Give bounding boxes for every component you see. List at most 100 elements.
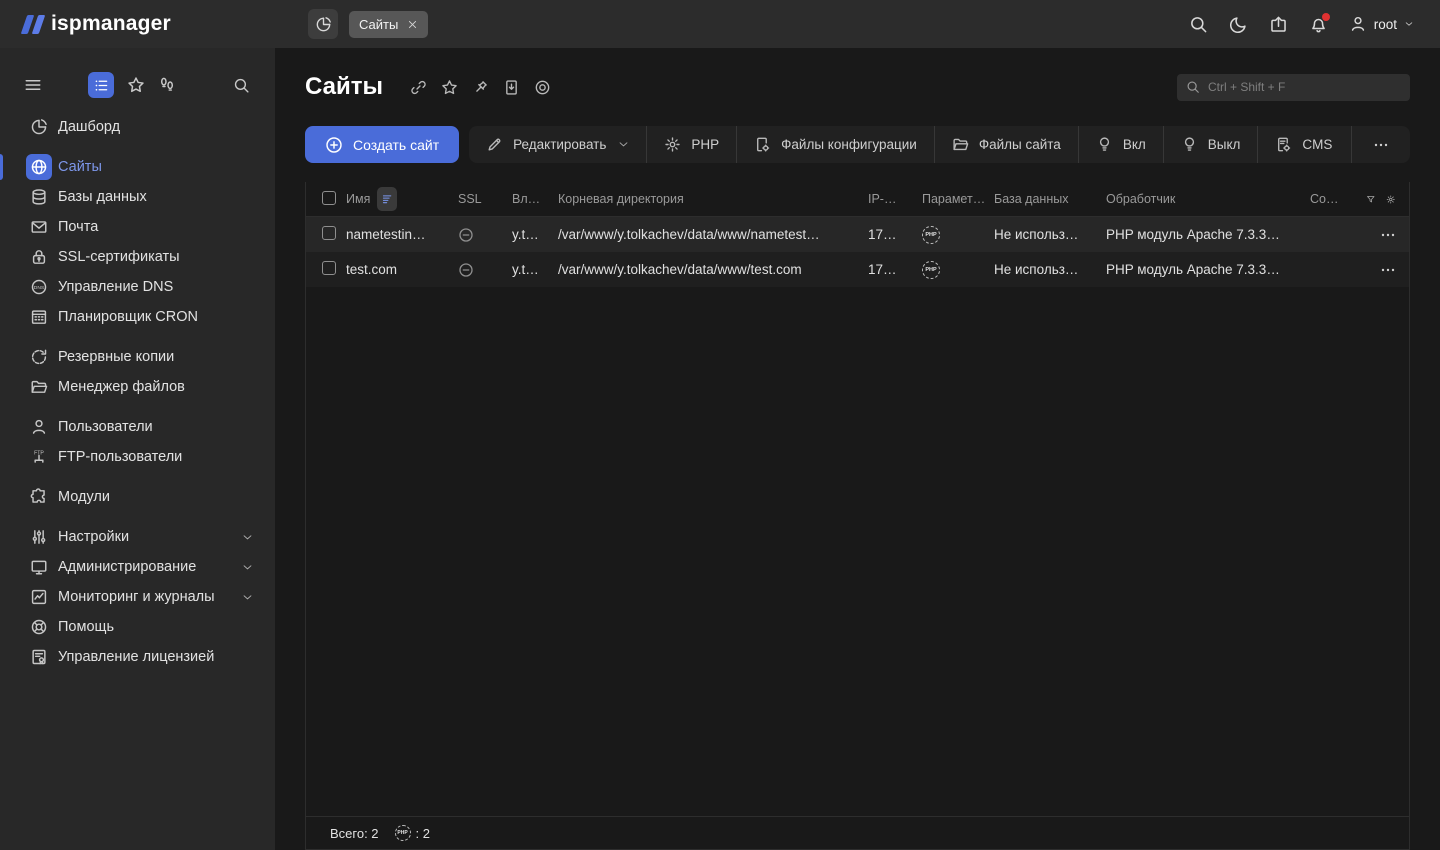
page-header: Сайты [305,72,1410,102]
table-search[interactable] [1177,74,1410,101]
sidebar-item-help[interactable]: Помощь [0,612,275,642]
sidebar-item-sites[interactable]: Сайты [0,152,275,182]
create-site-button[interactable]: Создать сайт [305,126,459,163]
php-badge: PHP [922,261,940,279]
import-box-icon[interactable] [1269,15,1288,34]
column-header-name[interactable]: Имя [346,192,370,206]
sidebar-item-administration[interactable]: Администрирование [0,552,275,582]
edit-label: Редактировать [513,137,606,152]
dns-icon: DNS [26,274,52,300]
sidebar-item-databases[interactable]: Базы данных [0,182,275,212]
table-settings-gear-icon[interactable] [1386,192,1396,207]
sidebar-item-label: Менеджер файлов [58,379,185,395]
cms-button[interactable]: CMS [1257,126,1349,163]
search-input[interactable] [1208,80,1401,94]
dashboard-icon [26,114,52,140]
help-lifebuoy-icon[interactable] [534,79,551,96]
sidebar-item-file-manager[interactable]: Менеджер файлов [0,372,275,402]
cms-label: CMS [1302,137,1332,152]
sidebar-item-modules[interactable]: Модули [0,482,275,512]
sidebar-item-ftp-users[interactable]: FTP FTP-пользователи [0,442,275,472]
close-icon[interactable] [407,19,418,30]
favorites-star-icon[interactable] [127,76,145,94]
hamburger-menu-icon[interactable] [24,76,42,94]
sidebar-item-cron[interactable]: Планировщик CRON [0,302,275,332]
sidebar-item-settings[interactable]: Настройки [0,522,275,552]
more-actions-button[interactable] [1351,126,1410,163]
site-files-button[interactable]: Файлы сайта [934,126,1078,163]
user-label: root [1374,17,1397,32]
globe-icon [26,154,52,180]
footprints-icon[interactable] [158,76,176,94]
column-header-root-dir[interactable]: Корневая директория [558,192,868,206]
chevron-down-icon [1404,19,1414,29]
php-badge: PHP [922,226,940,244]
sidebar-item-label: Почта [58,219,98,235]
menu-list-view-button[interactable] [88,72,114,98]
dark-mode-moon-icon[interactable] [1229,15,1248,34]
link-icon[interactable] [410,79,427,96]
site-ip: 17… [868,262,922,277]
row-actions-button[interactable] [1366,262,1409,278]
table-row[interactable]: test.com y.t… /var/www/y.tolkachev/data/… [306,252,1409,287]
column-header-owner[interactable]: Вл… [512,192,558,206]
select-all-checkbox[interactable] [322,191,336,205]
user-icon [1349,15,1367,33]
tab-bar: Сайты [308,9,428,39]
sliders-icon [26,524,52,550]
row-checkbox[interactable] [322,261,336,275]
column-header-database[interactable]: База данных [994,192,1106,206]
sidebar-item-label: Модули [58,489,110,505]
tab-sites[interactable]: Сайты [349,11,428,38]
chevron-down-icon[interactable] [242,592,253,603]
disable-button[interactable]: Выкл [1163,126,1258,163]
column-header-handler[interactable]: Обработчик [1106,192,1310,206]
column-header-ssl[interactable]: SSL [458,192,512,206]
pin-icon[interactable] [472,79,489,96]
php-label: PHP [691,137,719,152]
php-count: : 2 [416,826,430,841]
notifications-button[interactable] [1309,15,1328,34]
search-icon[interactable] [1189,15,1208,34]
file-gear-icon [1275,136,1292,153]
sidebar-item-label: Управление лицензией [58,649,214,665]
star-icon[interactable] [441,79,458,96]
export-doc-icon[interactable] [503,79,520,96]
sidebar-item-label: Пользователи [58,419,153,435]
sidebar-item-backups[interactable]: Резервные копии [0,342,275,372]
sidebar-item-license[interactable]: Управление лицензией [0,642,275,672]
column-header-params[interactable]: Парамет… [922,192,994,206]
dashboard-tab-button[interactable] [308,9,338,39]
column-header-status[interactable]: Со… [1310,192,1366,206]
mail-icon [26,214,52,240]
page-title-actions [410,79,551,96]
chevron-down-icon[interactable] [242,562,253,573]
sidebar-item-dashboard[interactable]: Дашборд [0,112,275,142]
sidebar-item-monitoring[interactable]: Мониторинг и журналы [0,582,275,612]
sort-asc-icon[interactable] [377,187,397,211]
sidebar-item-label: Дашборд [58,119,120,135]
user-menu[interactable]: root [1349,15,1414,33]
sidebar-item-ssl[interactable]: SSL-сертификаты [0,242,275,272]
sidebar-item-mail[interactable]: Почта [0,212,275,242]
sidebar-item-users[interactable]: Пользователи [0,412,275,442]
enable-button[interactable]: Вкл [1078,126,1163,163]
column-header-ip[interactable]: IP-… [868,192,922,206]
site-root-dir: /var/www/y.tolkachev/data/www/nametest… [558,227,868,242]
sidebar-item-dns[interactable]: DNS Управление DNS [0,272,275,302]
site-database: Не использ… [994,262,1106,277]
edit-button[interactable]: Редактировать [469,126,646,163]
config-files-button[interactable]: Файлы конфигурации [736,126,934,163]
ellipsis-icon [1373,137,1389,153]
filter-icon[interactable] [1366,192,1376,207]
table-empty-area [306,287,1409,816]
row-checkbox[interactable] [322,226,336,240]
tab-label: Сайты [359,17,398,32]
table-row[interactable]: nametestin… y.t… /var/www/y.tolkachev/da… [306,217,1409,252]
chevron-down-icon[interactable] [242,532,253,543]
row-actions-button[interactable] [1366,227,1409,243]
sidebar-item-label: Администрирование [58,559,196,575]
menu-search-icon[interactable] [233,77,250,94]
create-site-label: Создать сайт [353,137,439,153]
php-button[interactable]: PHP [646,126,736,163]
